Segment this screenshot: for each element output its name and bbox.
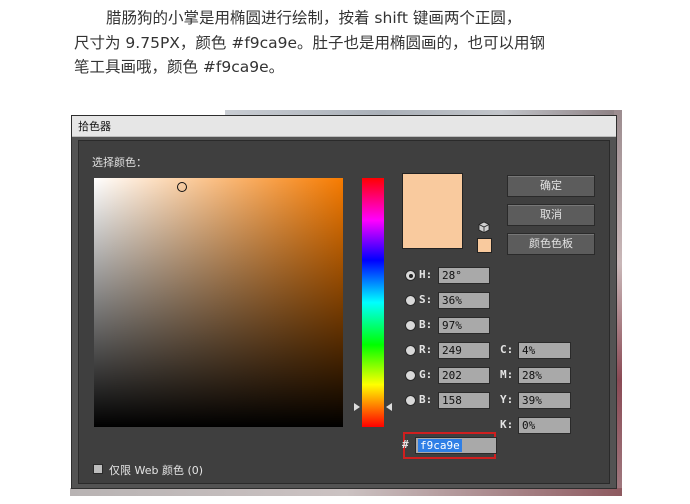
input-s[interactable]: 36%: [438, 292, 490, 309]
input-m[interactable]: 28%: [518, 367, 571, 384]
hue-slider-handle-right[interactable]: [386, 403, 392, 411]
radio-r[interactable]: [405, 345, 416, 356]
label-hex: #: [402, 438, 409, 451]
article-text: 腊肠狗的小掌是用椭圆进行绘制，按着 shift 键画两个正圆， 尺寸为 9.75…: [74, 6, 674, 80]
pick-color-label: 选择颜色：: [92, 156, 147, 169]
hue-slider-bar[interactable]: [362, 178, 384, 427]
label-y: Y:: [500, 393, 514, 406]
hex-input[interactable]: f9ca9e: [415, 437, 497, 454]
radio-b[interactable]: [405, 320, 416, 331]
color-swatches-button[interactable]: 颜色色板: [507, 233, 595, 255]
input-y[interactable]: 39%: [518, 392, 571, 409]
label-b: B:: [419, 318, 433, 331]
cube-icon[interactable]: [478, 221, 490, 233]
web-only-label: 仅限 Web 颜色 (0): [109, 464, 204, 477]
label-g: G:: [419, 368, 433, 381]
color-picker-dialog: 拾色器 选择颜色： 确定 取消 颜色色板 H: 28° S: 36% B: 97…: [71, 115, 617, 489]
input-c[interactable]: 4%: [518, 342, 571, 359]
label-blue: B:: [419, 393, 433, 406]
color-field-marker[interactable]: [177, 182, 187, 192]
radio-h[interactable]: [405, 270, 416, 281]
input-r[interactable]: 249: [438, 342, 490, 359]
color-picker-panel: 选择颜色： 确定 取消 颜色色板 H: 28° S: 36% B: 97% R:…: [78, 140, 610, 484]
label-c: C:: [500, 343, 514, 356]
dialog-title: 拾色器: [78, 120, 111, 133]
cancel-button[interactable]: 取消: [507, 204, 595, 226]
hex-value: f9ca9e: [418, 439, 462, 452]
ok-button[interactable]: 确定: [507, 175, 595, 197]
radio-s[interactable]: [405, 295, 416, 306]
hex-highlight: # f9ca9e: [402, 432, 497, 459]
new-color-swatch: [402, 173, 463, 249]
article-line-2: 尺寸为 9.75PX，颜色 #f9ca9e。肚子也是用椭圆画的，也可以用钢: [74, 33, 546, 52]
label-k: K:: [500, 418, 514, 431]
article-line-3: 笔工具画哦，颜色 #f9ca9e。: [74, 58, 285, 76]
label-r: R:: [419, 343, 433, 356]
color-field[interactable]: [94, 178, 343, 427]
radio-g[interactable]: [405, 370, 416, 381]
input-h[interactable]: 28°: [438, 267, 490, 284]
label-h: H:: [419, 268, 433, 281]
web-safe-swatch[interactable]: [477, 238, 492, 253]
hue-slider-handle-left[interactable]: [354, 403, 360, 411]
input-k[interactable]: 0%: [518, 417, 571, 434]
label-s: S:: [419, 293, 433, 306]
input-blue[interactable]: 158: [438, 392, 490, 409]
background-window-bottom: [70, 488, 622, 496]
radio-blue[interactable]: [405, 395, 416, 406]
article-line-1: 腊肠狗的小掌是用椭圆进行绘制，按着 shift 键画两个正圆，: [106, 9, 522, 27]
input-b[interactable]: 97%: [438, 317, 490, 334]
label-m: M:: [500, 368, 514, 381]
input-g[interactable]: 202: [438, 367, 490, 384]
web-only-checkbox[interactable]: [93, 464, 103, 474]
dialog-titlebar[interactable]: 拾色器: [72, 116, 616, 137]
